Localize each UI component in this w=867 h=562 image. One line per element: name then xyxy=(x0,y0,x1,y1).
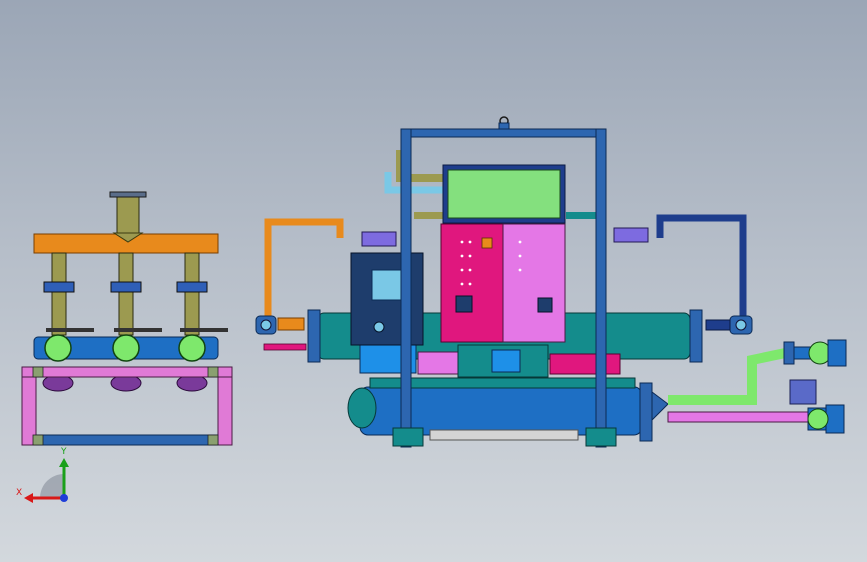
navy-pipe-loop xyxy=(656,214,747,322)
right-actuator xyxy=(789,379,817,405)
riser-pipes xyxy=(43,252,208,336)
display-panel xyxy=(447,169,561,219)
side-view-assembly[interactable] xyxy=(21,191,233,446)
y-axis-label: Y xyxy=(60,447,67,457)
orange-nozzle xyxy=(277,317,305,331)
cad-drawing: X Y xyxy=(16,116,847,503)
cad-viewport[interactable]: X Y xyxy=(0,0,867,562)
front-view-assembly[interactable] xyxy=(255,116,847,448)
inlet-pipe-vertical xyxy=(116,194,140,238)
magenta-pipe xyxy=(667,411,815,423)
hmi-screen xyxy=(371,269,403,301)
coordinate-triad: X Y xyxy=(16,447,69,503)
lime-pipe xyxy=(668,347,792,405)
x-axis-label: X xyxy=(16,488,22,498)
orange-pipe-loop xyxy=(264,218,344,324)
inlet-flange xyxy=(109,191,147,198)
electrical-cabinet-left xyxy=(440,223,504,343)
evaporator-head-left xyxy=(347,387,377,429)
electrical-cabinet-right xyxy=(502,223,566,343)
evaporator-base-rail xyxy=(429,429,579,441)
left-junction-box xyxy=(361,231,397,247)
right-junction-box xyxy=(613,227,649,243)
